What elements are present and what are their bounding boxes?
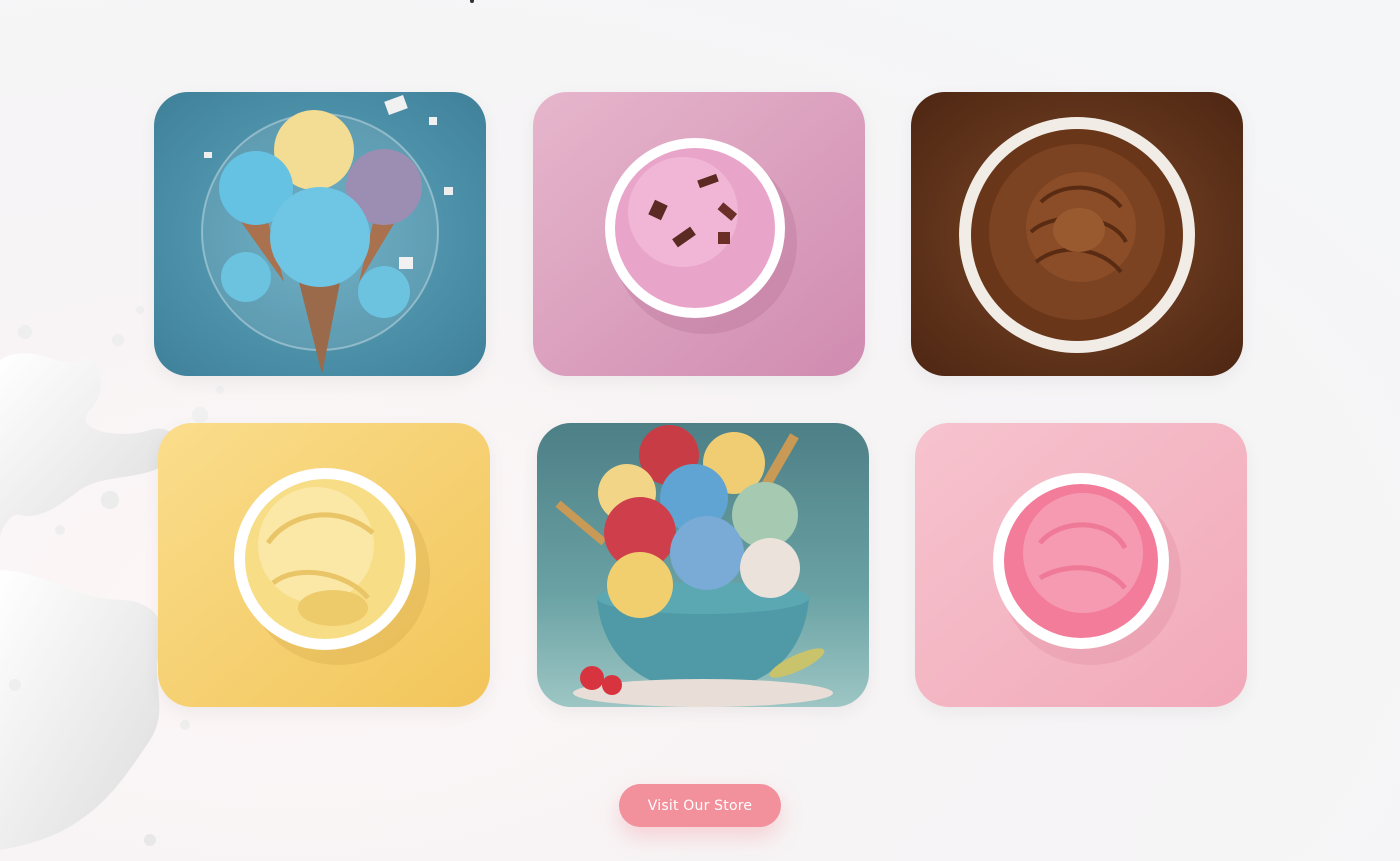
flavor-card-blue-cones[interactable] (154, 92, 486, 376)
flavor-card-sundae[interactable] (537, 423, 869, 707)
strawberry-chocolate-cup-image (533, 92, 865, 376)
strawberry-cup-image (915, 423, 1247, 707)
flavor-gallery (0, 0, 1400, 861)
vanilla-cup-image (158, 423, 490, 707)
flavor-card-vanilla[interactable] (158, 423, 490, 707)
visit-store-button[interactable]: Visit Our Store (619, 784, 781, 827)
flavor-card-strawberry[interactable] (915, 423, 1247, 707)
scoop-sundae-bowl-image (537, 423, 869, 707)
flavor-card-strawberry-chocolate[interactable] (533, 92, 865, 376)
chocolate-cup-image (911, 92, 1243, 376)
flavor-card-chocolate[interactable] (911, 92, 1243, 376)
ice-cream-cones-bowl-image (154, 92, 486, 376)
